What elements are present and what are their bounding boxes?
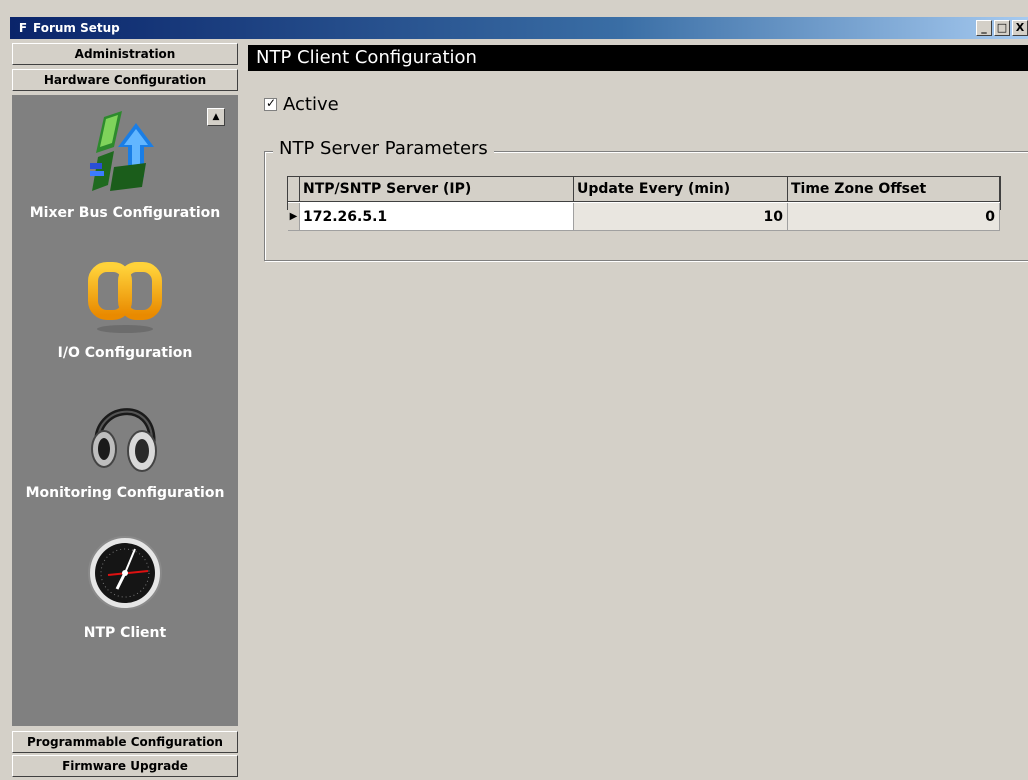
ntp-server-parameters-group: NTP Server Parameters NTP/SNTP Server (I… bbox=[264, 138, 1028, 261]
sidebar: Administration Hardware Configuration ▲ … bbox=[10, 39, 240, 780]
window-title: Forum Setup bbox=[33, 21, 120, 35]
app-logo-icon: F bbox=[18, 21, 28, 35]
page-title: NTP Client Configuration bbox=[248, 45, 1028, 71]
close-button[interactable]: X bbox=[1012, 20, 1028, 36]
active-checkbox-row[interactable]: ✓ Active bbox=[264, 94, 339, 116]
mixer-bus-icon bbox=[90, 111, 154, 191]
update-interval-cell[interactable]: 10 bbox=[574, 203, 788, 231]
sidebar-item-label: Monitoring Configuration bbox=[25, 485, 225, 501]
grid-corner bbox=[288, 177, 300, 202]
sidebar-item-label: NTP Client bbox=[83, 625, 167, 641]
minimize-button[interactable]: _ bbox=[976, 20, 992, 36]
group-title: NTP Server Parameters bbox=[273, 138, 494, 159]
section-programmable-configuration[interactable]: Programmable Configuration bbox=[12, 731, 238, 753]
title-bar: F Forum Setup _ □ X bbox=[10, 17, 1028, 39]
row-indicator-icon: ▶ bbox=[288, 203, 300, 231]
sidebar-item-io[interactable]: I/O Configuration bbox=[12, 247, 238, 367]
section-administration[interactable]: Administration bbox=[12, 43, 238, 65]
column-header-update[interactable]: Update Every (min) bbox=[574, 177, 788, 202]
main-panel: NTP Client Configuration ✓ Active NTP Ser… bbox=[246, 39, 1028, 780]
sidebar-item-monitoring[interactable]: Monitoring Configuration bbox=[12, 387, 238, 507]
server-ip-cell[interactable]: 172.26.5.1 bbox=[300, 203, 574, 231]
hardware-panel: ▲ Mixer Bus Configuration I/O Configurat… bbox=[12, 95, 238, 726]
active-checkbox[interactable]: ✓ bbox=[264, 96, 277, 111]
io-link-icon bbox=[88, 262, 162, 333]
section-firmware-upgrade[interactable]: Firmware Upgrade bbox=[12, 755, 238, 777]
sidebar-item-label: I/O Configuration bbox=[57, 345, 193, 361]
checkmark-icon: ✓ bbox=[266, 96, 277, 110]
section-hardware-configuration[interactable]: Hardware Configuration bbox=[12, 69, 238, 91]
sidebar-item-label: Mixer Bus Configuration bbox=[29, 205, 221, 221]
column-header-server[interactable]: NTP/SNTP Server (IP) bbox=[300, 177, 574, 202]
ntp-server-grid: NTP/SNTP Server (IP) Update Every (min) … bbox=[287, 176, 1001, 231]
clock-icon bbox=[88, 536, 162, 610]
sidebar-item-ntp-client[interactable]: NTP Client bbox=[12, 527, 238, 647]
headphones-icon bbox=[91, 408, 157, 472]
maximize-button[interactable]: □ bbox=[994, 20, 1010, 36]
time-zone-offset-cell[interactable]: 0 bbox=[788, 203, 1000, 231]
column-header-offset[interactable]: Time Zone Offset bbox=[788, 177, 1000, 202]
active-label: Active bbox=[283, 94, 339, 115]
sidebar-item-mixer-bus[interactable]: Mixer Bus Configuration bbox=[12, 107, 238, 227]
